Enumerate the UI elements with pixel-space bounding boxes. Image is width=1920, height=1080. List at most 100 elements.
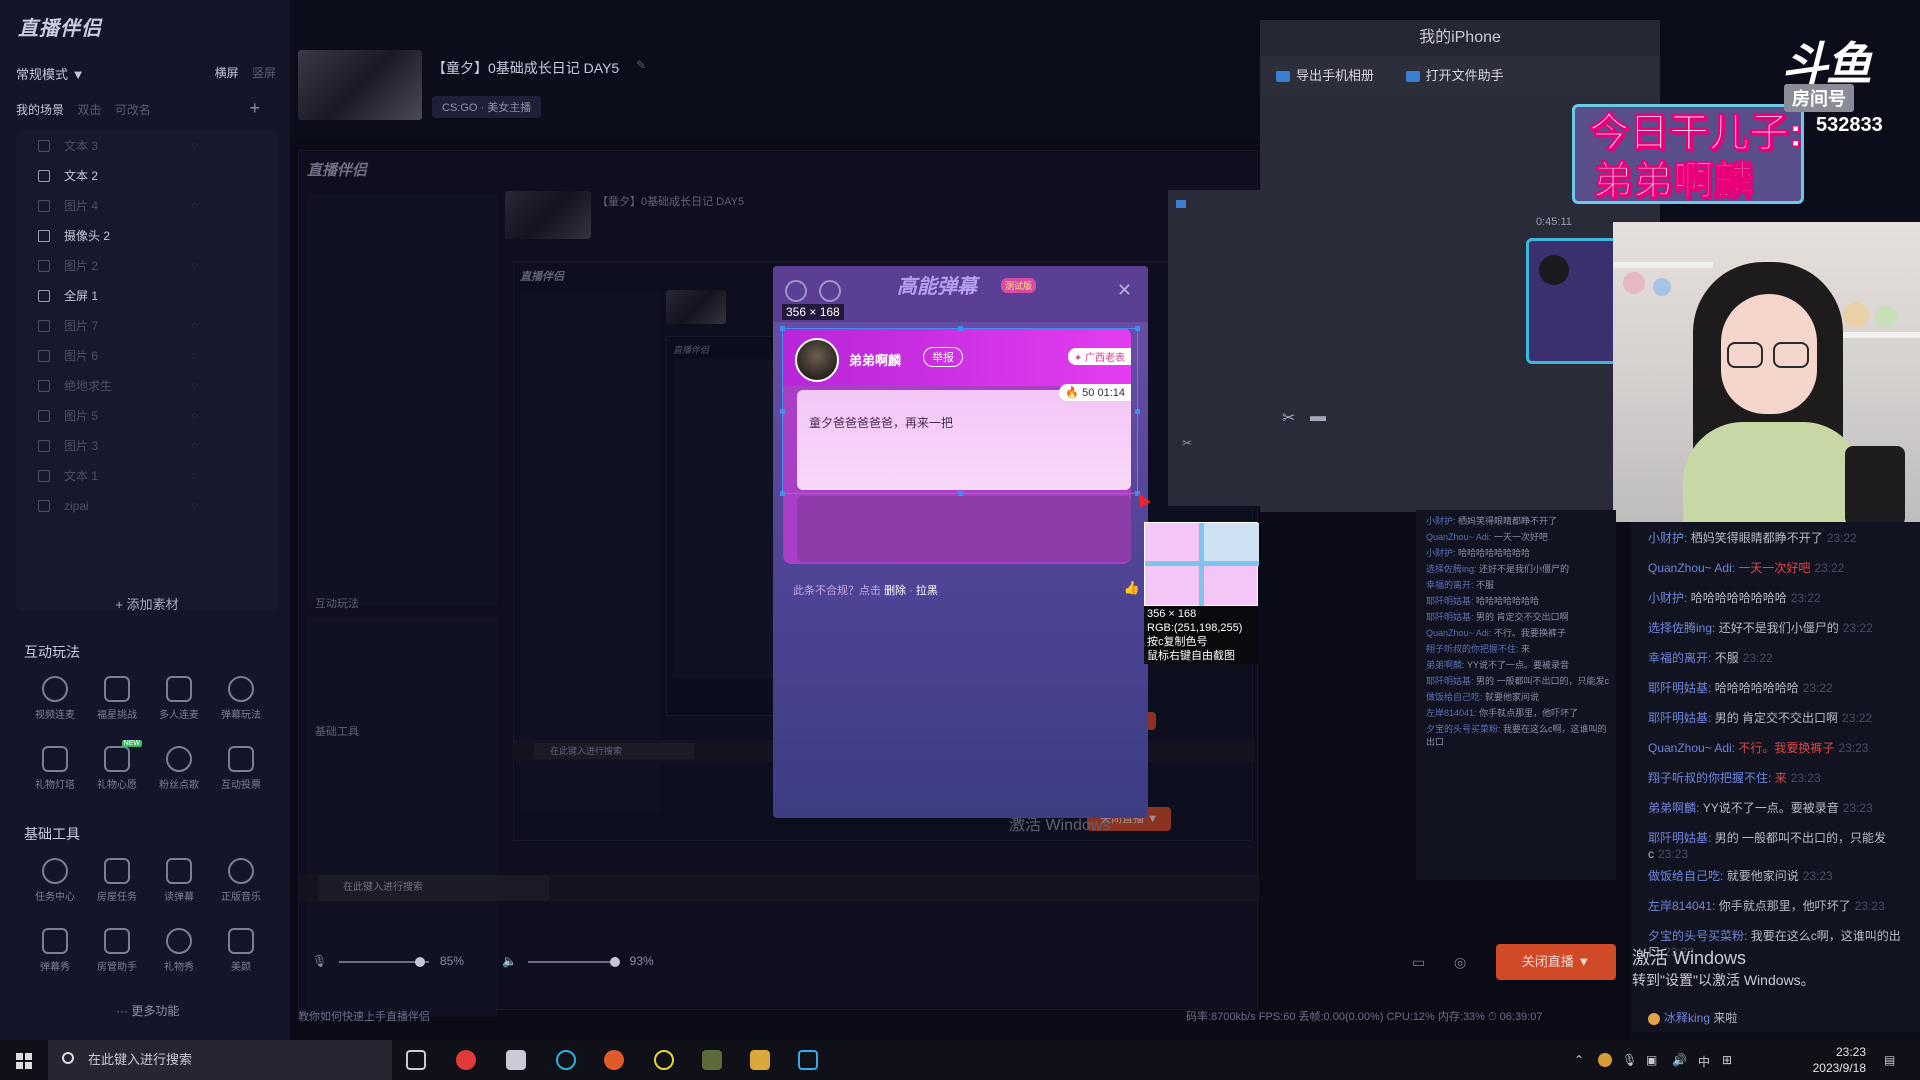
app-icon-browser[interactable] bbox=[604, 1050, 624, 1070]
selection-box[interactable] bbox=[780, 326, 1140, 496]
like-icon[interactable]: 👍 bbox=[1124, 580, 1140, 596]
visibility-icon[interactable]: ◌ bbox=[191, 461, 198, 491]
taskbar-search[interactable]: 在此键入进行搜索 bbox=[48, 1040, 392, 1080]
folder-open-icon[interactable]: ▬ bbox=[1310, 408, 1326, 426]
tray-chevron-icon[interactable]: ⌃ bbox=[1574, 1053, 1584, 1067]
chat-user[interactable]: 左岸814041: bbox=[1648, 899, 1715, 913]
visibility-icon[interactable]: ◌ bbox=[191, 251, 198, 281]
chat-user[interactable]: 翔子听叔的你把握不住: bbox=[1648, 771, 1771, 785]
visibility-icon[interactable]: ◌ bbox=[191, 401, 198, 431]
app-icon-owl[interactable] bbox=[750, 1050, 770, 1070]
chat-user[interactable]: 夕宝的头号买菜粉: bbox=[1648, 929, 1747, 943]
handle-tl[interactable] bbox=[780, 326, 785, 331]
notification-icon[interactable]: ▤ bbox=[1884, 1053, 1895, 1067]
delete-link[interactable]: 删除 bbox=[884, 585, 906, 597]
tool-item[interactable]: 多人连麦 bbox=[148, 672, 210, 742]
mic-icon[interactable]: 🎙 bbox=[312, 954, 327, 968]
tray-keyboard-icon[interactable]: ⊞ bbox=[1722, 1053, 1732, 1067]
scene-item[interactable]: 文本 3 ◌ bbox=[16, 131, 278, 161]
stop-live-button[interactable]: 关闭直播 ▼ bbox=[1496, 944, 1616, 980]
tip-link[interactable]: 教你如何快速上手直播伴侣 bbox=[298, 1008, 430, 1024]
scene-item[interactable]: 图片 7 ◌ bbox=[16, 311, 278, 341]
tool-item[interactable]: 读弹幕 bbox=[148, 854, 210, 924]
app-icon-game[interactable] bbox=[702, 1050, 722, 1070]
handle-tr[interactable] bbox=[1135, 326, 1140, 331]
tray-ime-lang[interactable]: 中 bbox=[1698, 1053, 1710, 1070]
handle-bl[interactable] bbox=[780, 491, 785, 496]
tool-item[interactable]: 美颜 bbox=[210, 924, 272, 994]
stream-category[interactable]: CS:GO · 美女主播 bbox=[432, 96, 542, 118]
orient-vertical[interactable]: 竖屏 bbox=[252, 66, 276, 80]
speaker-slider[interactable] bbox=[528, 956, 621, 967]
app-icon-edge[interactable] bbox=[556, 1050, 576, 1070]
tray-volume-icon[interactable]: 🔊 bbox=[1672, 1053, 1687, 1067]
visibility-icon[interactable]: ◌ bbox=[191, 491, 198, 521]
visibility-icon[interactable]: ◌ bbox=[191, 131, 198, 161]
visibility-icon[interactable]: ◌ bbox=[191, 371, 198, 401]
task-view-icon[interactable] bbox=[406, 1050, 426, 1070]
handle-ml[interactable] bbox=[780, 409, 785, 414]
visibility-icon[interactable]: ◌ bbox=[191, 311, 198, 341]
scene-item[interactable]: 文本 2 bbox=[16, 161, 278, 191]
visibility-icon[interactable]: ◌ bbox=[191, 191, 198, 221]
add-scene-button[interactable]: + bbox=[249, 98, 260, 119]
tool-item[interactable]: 任务中心 bbox=[24, 854, 86, 924]
tool-item[interactable]: 福星挑战 bbox=[86, 672, 148, 742]
chat-user[interactable]: 选择佐腾ing: bbox=[1648, 621, 1715, 635]
mode-select[interactable]: 常规模式 ▼ bbox=[16, 67, 84, 82]
tool-item[interactable]: 弹幕玩法 bbox=[210, 672, 272, 742]
visibility-icon[interactable]: ◌ bbox=[191, 431, 198, 461]
scene-item[interactable]: 图片 4 ◌ bbox=[16, 191, 278, 221]
visibility-icon[interactable]: ◌ bbox=[191, 341, 198, 371]
tool-item[interactable]: 弹幕秀 bbox=[24, 924, 86, 994]
chat-user[interactable]: 耶阡明姑基: bbox=[1648, 681, 1711, 695]
edit-title-icon[interactable]: ✎ bbox=[636, 58, 646, 72]
scene-item[interactable]: 图片 5 ◌ bbox=[16, 401, 278, 431]
tool-item[interactable]: 房屋任务 bbox=[86, 854, 148, 924]
chat-user[interactable]: QuanZhou~ Adi: bbox=[1648, 741, 1735, 755]
app-icon-phone[interactable] bbox=[798, 1050, 818, 1070]
handle-mr[interactable] bbox=[1135, 409, 1140, 414]
scissors-icon[interactable]: ✂ bbox=[1282, 408, 1295, 428]
scene-item[interactable]: 图片 2 ◌ bbox=[16, 251, 278, 281]
chat-user[interactable]: 幸福的离开: bbox=[1648, 651, 1711, 665]
tool-item[interactable]: 礼物灯塔 bbox=[24, 742, 86, 812]
orient-horizontal[interactable]: 横屏 bbox=[215, 66, 239, 80]
app-icon-circle[interactable] bbox=[654, 1050, 674, 1070]
chat-user[interactable]: 做饭给自己吃: bbox=[1648, 869, 1723, 883]
popup-camera-icon[interactable] bbox=[785, 280, 807, 302]
speaker-icon[interactable]: 🔈 bbox=[502, 954, 517, 968]
scene-item[interactable]: zipai ◌ bbox=[16, 491, 278, 521]
scene-item[interactable]: 图片 3 ◌ bbox=[16, 431, 278, 461]
tool-item[interactable]: 视频连麦 bbox=[24, 672, 86, 742]
chat-user[interactable]: QuanZhou~ Adi: bbox=[1648, 561, 1735, 575]
tool-item[interactable]: NEW 礼物心愿 bbox=[86, 740, 148, 812]
windows-start-icon[interactable] bbox=[16, 1053, 32, 1069]
chat-user[interactable]: 小财护: bbox=[1648, 591, 1687, 605]
popup-close-icon[interactable]: ✕ bbox=[1117, 280, 1132, 301]
settings-icon[interactable]: ◎ bbox=[1454, 954, 1466, 971]
scene-item[interactable]: 绝地求生 ◌ bbox=[16, 371, 278, 401]
more-functions-button[interactable]: ··· 更多功能 bbox=[116, 1002, 179, 1019]
tray-app-icon[interactable] bbox=[1598, 1053, 1612, 1067]
tool-item[interactable]: 房管助手 bbox=[86, 924, 148, 994]
block-link[interactable]: 拉黑 bbox=[916, 585, 938, 597]
tray-mic-icon[interactable]: 🎙 bbox=[1622, 1053, 1637, 1067]
tool-item[interactable]: 互动投票 bbox=[210, 742, 272, 812]
tab-my-scenes[interactable]: 我的场景 bbox=[16, 103, 64, 117]
chat-user[interactable]: 耶阡明姑基: bbox=[1648, 711, 1711, 725]
open-assistant-button[interactable]: 打开文件助手 bbox=[1405, 68, 1518, 83]
tray-network-icon[interactable]: ▣ bbox=[1646, 1053, 1657, 1067]
chat-user[interactable]: 耶阡明姑基: bbox=[1648, 831, 1711, 845]
handle-bm[interactable] bbox=[958, 491, 963, 496]
scene-item[interactable]: 全屏 1 bbox=[16, 281, 278, 311]
taskbar-clock[interactable]: 23:23 2023/9/18 bbox=[1813, 1044, 1866, 1076]
handle-tm[interactable] bbox=[958, 326, 963, 331]
app-icon-feishu[interactable] bbox=[506, 1050, 526, 1070]
tool-item[interactable]: 粉丝点歌 bbox=[148, 742, 210, 812]
chat-user[interactable]: 弟弟啊麟: bbox=[1648, 801, 1699, 815]
app-icon-netease[interactable] bbox=[456, 1050, 476, 1070]
camera-icon[interactable]: ▭ bbox=[1412, 954, 1425, 971]
add-material-button[interactable]: + 添加素材 bbox=[16, 594, 278, 613]
scene-item[interactable]: 文本 1 ◌ bbox=[16, 461, 278, 491]
